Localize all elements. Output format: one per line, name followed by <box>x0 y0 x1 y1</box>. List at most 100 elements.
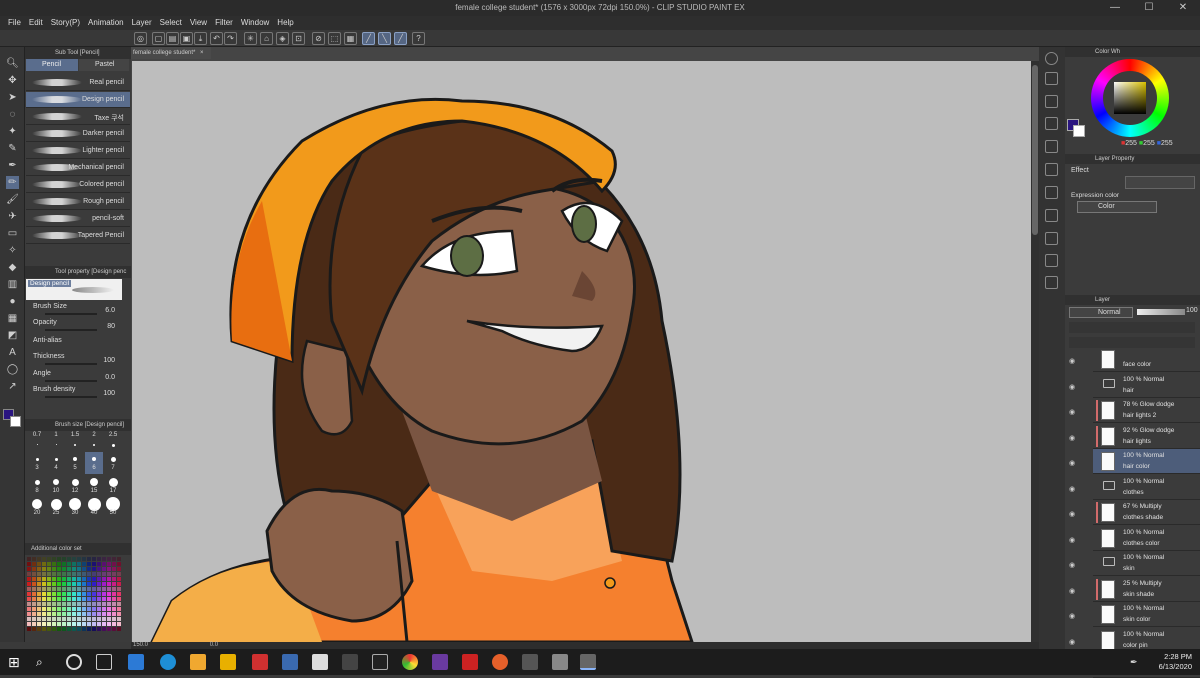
color-swatch[interactable] <box>112 607 116 611</box>
menu-view[interactable]: View <box>190 16 207 30</box>
color-swatch[interactable] <box>117 622 121 626</box>
color-swatch[interactable] <box>52 622 56 626</box>
tool-property-value[interactable]: 0.0 <box>105 374 115 381</box>
tool-property-row[interactable]: Brush density 100 <box>33 386 129 401</box>
color-swatch[interactable] <box>112 587 116 591</box>
color-swatch[interactable] <box>62 572 66 576</box>
color-swatch[interactable] <box>27 572 31 576</box>
color-swatch[interactable] <box>117 587 121 591</box>
brush-item[interactable]: Lighter pencil <box>26 143 130 159</box>
color-swatch[interactable] <box>77 587 81 591</box>
layer-folder-row[interactable]: 100 % Normal hair <box>1093 373 1200 398</box>
color-swatch[interactable] <box>52 607 56 611</box>
zoom-level[interactable]: 150.0 <box>133 642 148 648</box>
crop-icon[interactable]: ⊡ <box>292 32 305 45</box>
color-swatch[interactable] <box>37 562 41 566</box>
color-swatch[interactable] <box>27 567 31 571</box>
expression-color-dropdown[interactable]: Color <box>1077 201 1157 213</box>
color-swatch[interactable] <box>27 612 31 616</box>
color-swatch[interactable] <box>67 622 71 626</box>
color-swatch[interactable] <box>117 602 121 606</box>
color-swatch[interactable] <box>32 607 36 611</box>
color-swatch[interactable] <box>57 577 61 581</box>
color-swatch[interactable] <box>87 612 91 616</box>
brush-item[interactable]: Taxe 쿠석 <box>26 109 130 125</box>
brush-size-cell[interactable]: 1 <box>47 430 65 452</box>
brush-item[interactable]: Colored pencil <box>26 177 130 193</box>
color-swatch[interactable] <box>32 597 36 601</box>
color-swatch[interactable] <box>97 577 101 581</box>
color-swatch[interactable] <box>117 597 121 601</box>
color-swatch[interactable] <box>52 602 56 606</box>
color-swatch[interactable] <box>97 587 101 591</box>
unity-icon[interactable] <box>372 654 388 670</box>
layer-row[interactable]: 67 % Multiply clothes shade <box>1093 500 1200 525</box>
magic-wand-icon[interactable]: ✦ <box>6 125 19 138</box>
layer-row[interactable]: 78 % Glow dodge hair lights 2 <box>1093 398 1200 423</box>
color-swatch[interactable] <box>107 567 111 571</box>
material-icon[interactable] <box>1045 117 1058 130</box>
color-wheel[interactable] <box>1091 59 1169 137</box>
brush-size-cell[interactable]: 2.5 <box>104 430 122 452</box>
color-swatch[interactable] <box>117 607 121 611</box>
color-swatch[interactable] <box>62 622 66 626</box>
color-swatch[interactable] <box>97 627 101 631</box>
color-swatch[interactable] <box>77 597 81 601</box>
color-swatch[interactable] <box>47 572 51 576</box>
color-swatch[interactable] <box>102 587 106 591</box>
app-icon-red[interactable] <box>252 654 268 670</box>
color-swatch[interactable] <box>62 592 66 596</box>
color-swatch[interactable] <box>87 562 91 566</box>
menu-filter[interactable]: Filter <box>215 16 233 30</box>
canvas-vertical-scrollbar[interactable] <box>1031 61 1039 642</box>
color-swatch[interactable] <box>37 592 41 596</box>
tab-pencil[interactable]: Pencil <box>26 59 78 71</box>
layer-row[interactable]: face color <box>1093 347 1200 372</box>
color-swatch[interactable] <box>92 567 96 571</box>
color-swatch[interactable] <box>62 562 66 566</box>
pen-icon-tray[interactable]: ✒ <box>1130 657 1138 668</box>
color-swatch[interactable] <box>82 622 86 626</box>
color-swatch[interactable] <box>117 627 121 631</box>
brush-size-cell[interactable]: 6 <box>85 452 103 474</box>
color-swatch[interactable] <box>72 607 76 611</box>
color-swatch[interactable] <box>27 607 31 611</box>
color-swatch[interactable] <box>92 582 96 586</box>
color-swatch[interactable] <box>67 567 71 571</box>
color-swatch[interactable] <box>87 592 91 596</box>
color-swatch[interactable] <box>72 567 76 571</box>
color-swatch[interactable] <box>87 567 91 571</box>
color-swatch[interactable] <box>62 607 66 611</box>
clip-studio-taskbar-icon[interactable] <box>580 654 596 670</box>
tool-property-slider[interactable] <box>45 396 97 398</box>
operation-icon[interactable]: ➤ <box>6 91 19 104</box>
material-icon-2[interactable] <box>1045 140 1058 153</box>
color-swatch[interactable] <box>112 627 116 631</box>
redo-icon[interactable]: ↷ <box>224 32 237 45</box>
snap-special-ruler-icon[interactable]: ╲ <box>378 32 391 45</box>
brush-size-cell[interactable]: 5 <box>66 452 84 474</box>
color-swatch[interactable] <box>47 587 51 591</box>
layer-row[interactable]: 100 % Normal hair color <box>1093 449 1200 474</box>
color-swatch[interactable] <box>32 562 36 566</box>
color-swatch[interactable] <box>62 567 66 571</box>
color-swatch[interactable] <box>37 607 41 611</box>
color-swatch[interactable] <box>42 557 46 561</box>
color-swatch[interactable] <box>102 617 106 621</box>
brush-size-cell[interactable]: 0.7 <box>28 430 46 452</box>
clock[interactable]: 2:28 PM 6/13/2020 <box>1152 652 1192 672</box>
color-swatch[interactable] <box>92 562 96 566</box>
color-swatch[interactable] <box>62 627 66 631</box>
brush-size-cell[interactable]: 17 <box>104 475 122 497</box>
color-swatch[interactable] <box>77 622 81 626</box>
maximize-button[interactable]: ☐ <box>1132 0 1166 16</box>
balloon-icon[interactable]: ◯ <box>6 363 19 376</box>
color-swatch[interactable] <box>57 612 61 616</box>
color-swatch[interactable] <box>42 572 46 576</box>
brush-size-cell[interactable]: 7 <box>104 452 122 474</box>
layer-visibility-icon[interactable]: ◉ <box>1069 408 1075 416</box>
color-swatch[interactable] <box>72 572 76 576</box>
color-swatch[interactable] <box>27 587 31 591</box>
color-swatch[interactable] <box>57 607 61 611</box>
color-square[interactable] <box>1114 82 1146 114</box>
